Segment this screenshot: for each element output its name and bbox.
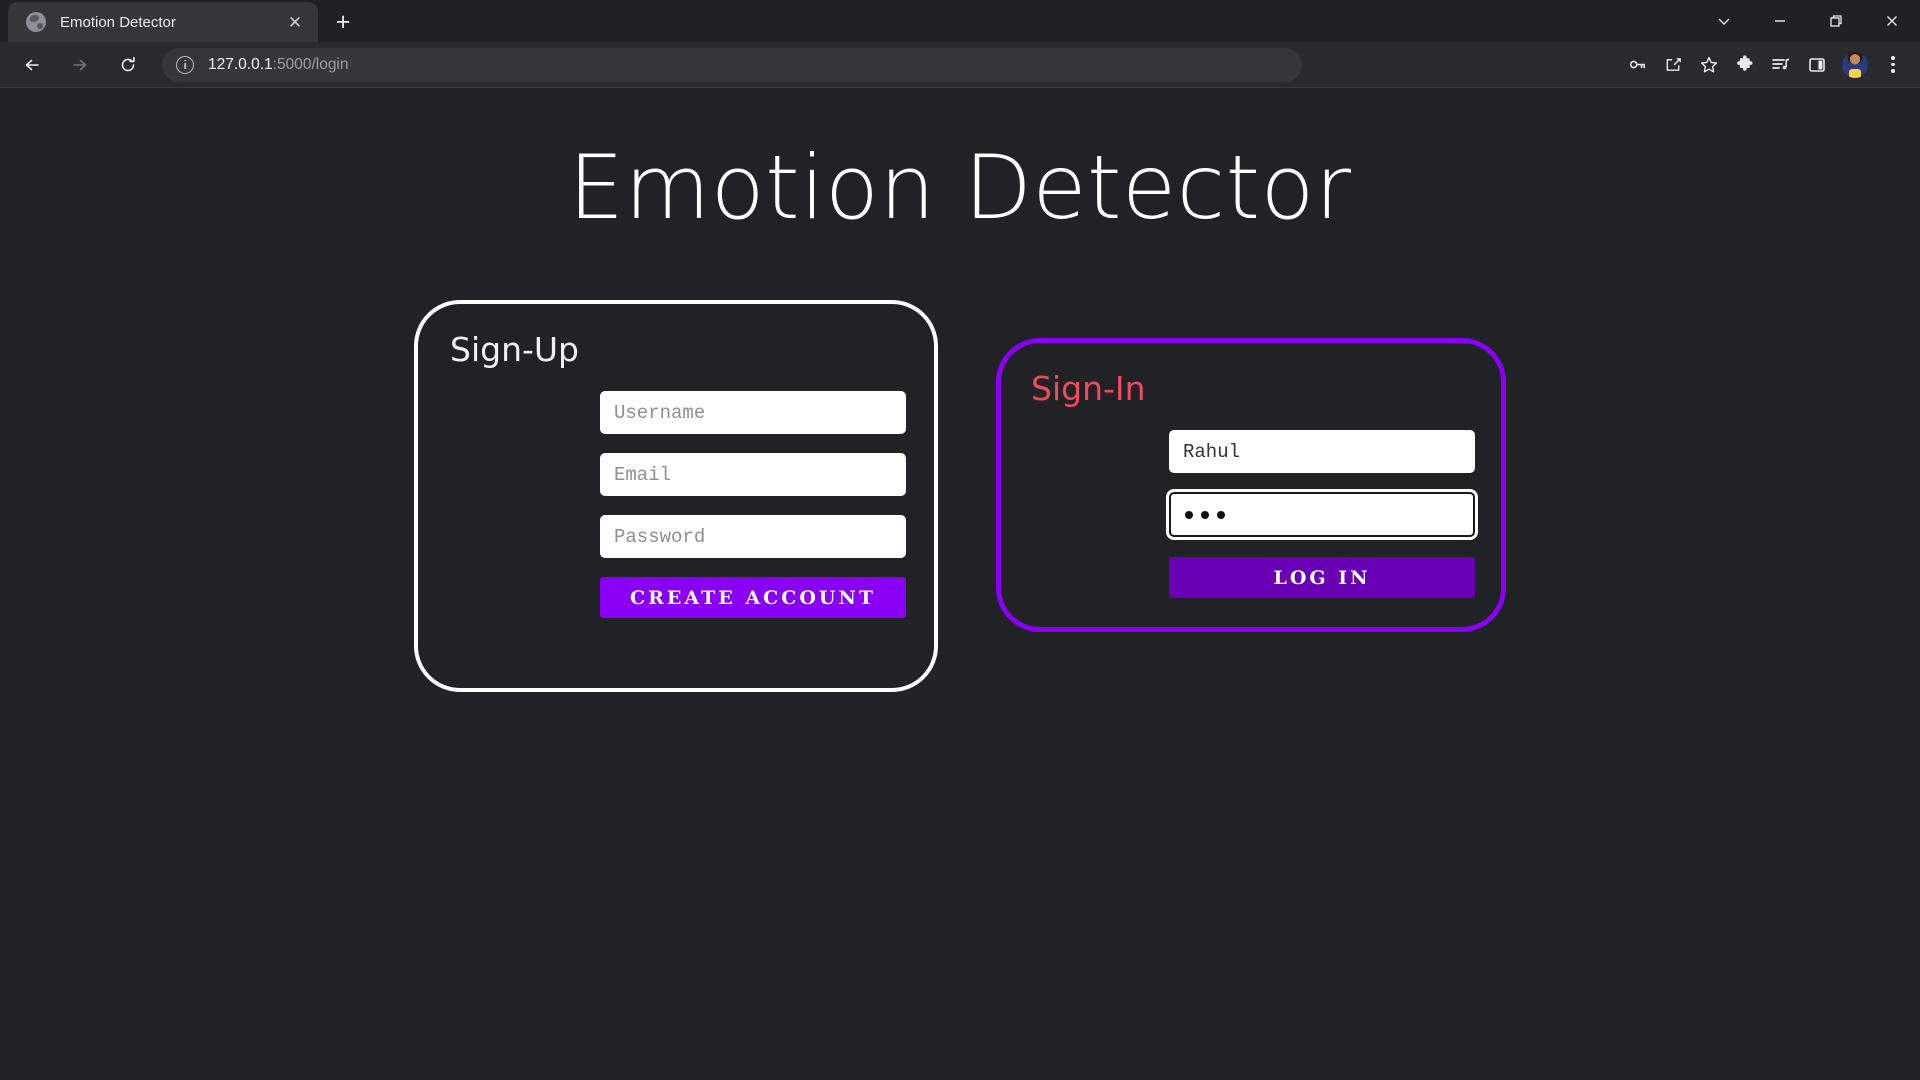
page-title: Emotion Detector: [568, 136, 1352, 239]
signup-heading: Sign-Up: [450, 330, 579, 369]
browser-menu-button[interactable]: [1876, 48, 1910, 82]
login-username-input[interactable]: Rahul: [1169, 430, 1475, 473]
email-input[interactable]: Email: [600, 453, 906, 496]
toolbar-actions: [1620, 48, 1910, 82]
minimize-icon[interactable]: [1752, 0, 1808, 42]
page-viewport: Emotion Detector Sign-Up Username Email …: [0, 88, 1920, 1080]
url-path: :5000/login: [272, 55, 349, 73]
signup-card: Sign-Up Username Email Password CREATE A…: [414, 300, 938, 692]
new-tab-button[interactable]: +: [326, 5, 360, 39]
url-text: 127.0.0.1:5000/login: [208, 56, 349, 74]
signup-fields: Username Email Password CREATE ACCOUNT: [446, 391, 906, 618]
media-playlist-icon[interactable]: [1764, 48, 1798, 82]
password-key-icon[interactable]: [1620, 48, 1654, 82]
browser-tab[interactable]: Emotion Detector ✕: [8, 2, 318, 42]
extensions-puzzle-icon[interactable]: [1728, 48, 1762, 82]
profile-avatar[interactable]: [1842, 51, 1868, 78]
password-input[interactable]: Password: [600, 515, 906, 558]
tab-title: Emotion Detector: [60, 13, 176, 31]
browser-window: Emotion Detector ✕ + 127.0.0.1:5000/logi…: [0, 0, 1920, 1080]
username-input[interactable]: Username: [600, 391, 906, 434]
log-in-button[interactable]: LOG IN: [1169, 557, 1475, 598]
password-mask-dots: [1185, 510, 1225, 519]
globe-favicon: [26, 12, 46, 32]
share-icon[interactable]: [1656, 48, 1690, 82]
create-account-button[interactable]: CREATE ACCOUNT: [600, 577, 906, 618]
signin-fields: Rahul LOG IN: [1027, 430, 1475, 598]
back-button[interactable]: [14, 47, 50, 83]
signin-heading: Sign-In: [1031, 369, 1146, 408]
close-window-icon[interactable]: [1864, 0, 1920, 42]
url-host: 127.0.0.1: [208, 55, 273, 73]
info-icon[interactable]: [176, 55, 194, 74]
forward-button[interactable]: [62, 47, 98, 83]
bookmark-star-icon[interactable]: [1692, 48, 1726, 82]
auth-cards-row: Sign-Up Username Email Password CREATE A…: [0, 300, 1920, 692]
signin-card: Sign-In Rahul LOG IN: [996, 338, 1506, 632]
reload-button[interactable]: [110, 47, 146, 83]
address-bar[interactable]: 127.0.0.1:5000/login: [162, 47, 1302, 82]
tab-search-icon[interactable]: [1696, 0, 1752, 42]
window-controls: [1696, 0, 1920, 42]
tab-close-icon[interactable]: ✕: [282, 9, 308, 35]
tab-strip: Emotion Detector ✕ +: [0, 0, 1920, 42]
login-password-input[interactable]: [1169, 492, 1475, 537]
browser-toolbar: 127.0.0.1:5000/login: [0, 42, 1920, 88]
restore-icon[interactable]: [1808, 0, 1864, 42]
side-panel-icon[interactable]: [1800, 48, 1834, 82]
